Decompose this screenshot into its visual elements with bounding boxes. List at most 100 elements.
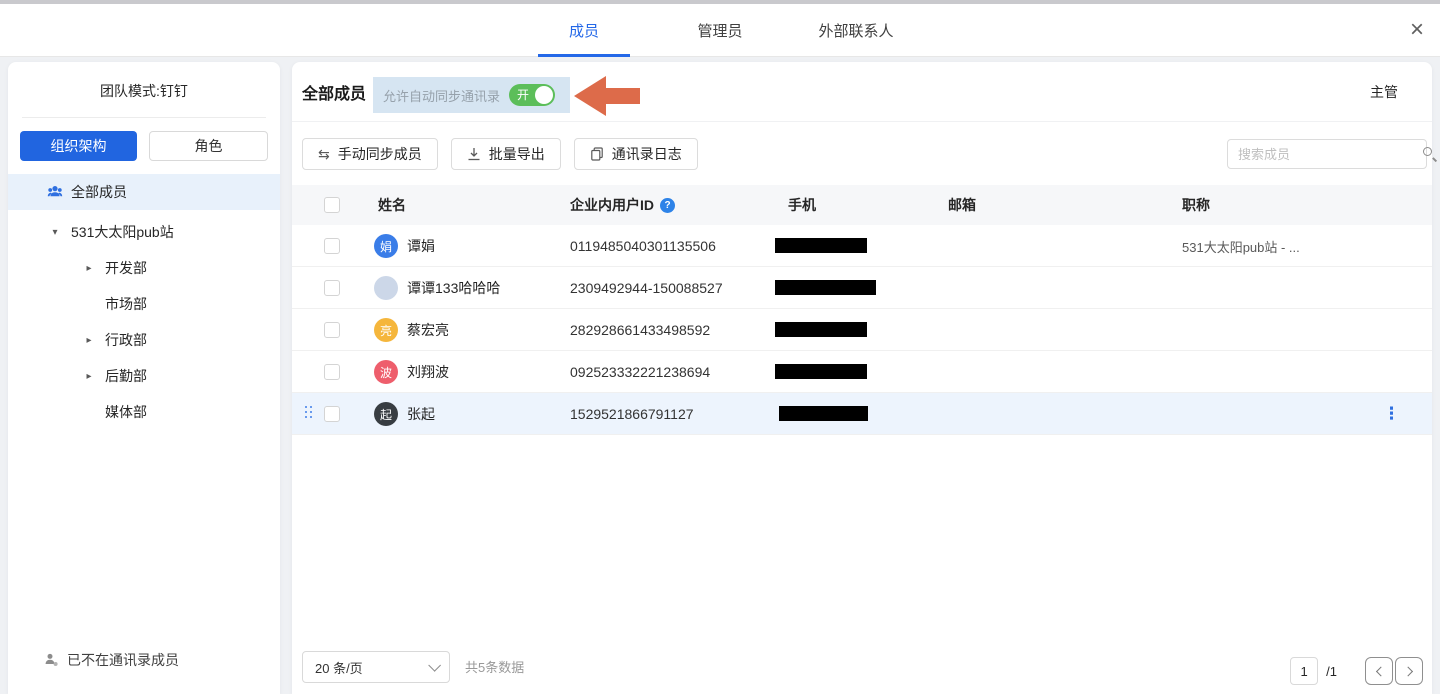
toggle-on-label: 开 <box>517 88 529 102</box>
column-header-email: 邮箱 <box>948 185 976 225</box>
table-body: 娟 谭娟 0119485040301135506 531大太阳pub站 - ..… <box>292 225 1432 435</box>
chevron-collapsed-icon[interactable]: ▸ <box>84 335 94 346</box>
phone-redaction-bar <box>779 406 868 421</box>
select-all-checkbox[interactable] <box>324 197 340 213</box>
chevron-down-icon <box>428 659 441 672</box>
column-header-user-id: 企业内用户ID ? <box>570 185 675 225</box>
user-id-value: 1529521866791127 <box>570 393 694 435</box>
search-icon[interactable] <box>1422 146 1438 162</box>
user-id-value: 2309492944-150088527 <box>570 267 723 309</box>
avatar: 波 <box>374 360 398 384</box>
org-structure-button[interactable]: 组织架构 <box>20 131 137 161</box>
table-row[interactable]: 波 刘翔波 092523332221238694 <box>292 351 1432 393</box>
tree-item-logistics-dept[interactable]: ▸ 后勤部 <box>8 358 280 394</box>
user-id-value: 0119485040301135506 <box>570 225 716 267</box>
main-header: 全部成员 允许自动同步通讯录 开 主管 <box>292 62 1432 122</box>
tab-group: 成员 管理员 外部联系人 <box>516 4 924 57</box>
row-checkbox[interactable] <box>324 322 340 338</box>
batch-export-label: 批量导出 <box>489 144 545 164</box>
current-page-input[interactable]: 1 <box>1290 657 1318 685</box>
user-id-value: 282928661433498592 <box>570 309 710 351</box>
tree-item-dev-dept[interactable]: ▸ 开发部 <box>8 250 280 286</box>
former-member-icon <box>43 652 59 668</box>
manual-sync-button[interactable]: ⇆ 手动同步成员 <box>302 138 438 170</box>
avatar <box>374 276 398 300</box>
tree-item-label: 531大太阳pub站 <box>71 222 174 242</box>
row-more-actions-icon[interactable]: ⋮ <box>1383 393 1400 435</box>
download-icon <box>467 147 481 161</box>
pagination: 1 /1 <box>1290 657 1423 685</box>
table-row[interactable]: 谭谭133哈哈哈 2309492944-150088527 <box>292 267 1432 309</box>
batch-export-button[interactable]: 批量导出 <box>451 138 561 170</box>
sidebar-item-all-members[interactable]: 全部成员 <box>8 174 280 210</box>
tab-admins[interactable]: 管理员 <box>652 4 788 57</box>
column-header-name: 姓名 <box>378 185 406 225</box>
next-page-button[interactable] <box>1395 657 1423 685</box>
tree-item-label: 后勤部 <box>105 366 147 386</box>
row-checkbox[interactable] <box>324 406 340 422</box>
total-count-label: 共5条数据 <box>465 657 524 676</box>
member-title: 531大太阳pub站 - ... <box>1182 225 1300 267</box>
close-icon[interactable]: × <box>1410 18 1424 42</box>
tab-external-contacts[interactable]: 外部联系人 <box>788 4 924 57</box>
help-question-icon[interactable]: ? <box>660 198 675 213</box>
tab-members-label: 成员 <box>569 20 599 41</box>
contacts-log-button[interactable]: 通讯录日志 <box>574 138 698 170</box>
tab-members[interactable]: 成员 <box>516 4 652 57</box>
column-header-title: 职称 <box>1182 185 1210 225</box>
supervisor-link[interactable]: 主管 <box>1370 62 1398 122</box>
tree-item-root-dept[interactable]: ▾ 531大太阳pub站 <box>8 214 280 250</box>
member-name: 谭谭133哈哈哈 <box>407 278 500 298</box>
phone-redaction-bar <box>775 364 867 379</box>
chevron-right-icon <box>1403 666 1413 676</box>
toolbar: ⇆ 手动同步成员 批量导出 通讯录日志 <box>302 138 698 170</box>
table-row-active[interactable]: 起 张起 1529521866791127 ⋮ <box>292 393 1432 435</box>
avatar: 娟 <box>374 234 398 258</box>
team-mode-label: 团队模式:钉钉 <box>8 62 280 101</box>
table-row[interactable]: 亮 蔡宏亮 282928661433498592 <box>292 309 1432 351</box>
sidebar-item-former-members[interactable]: 已不在通讯录成员 <box>43 650 179 670</box>
table-row[interactable]: 娟 谭娟 0119485040301135506 531大太阳pub站 - ..… <box>292 225 1432 267</box>
tree-item-label: 市场部 <box>105 294 147 314</box>
member-name: 张起 <box>407 404 435 424</box>
row-checkbox[interactable] <box>324 238 340 254</box>
roles-button[interactable]: 角色 <box>149 131 268 161</box>
phone-redaction-bar <box>775 322 867 337</box>
member-name: 谭娟 <box>407 236 435 256</box>
page-title: 全部成员 <box>302 62 366 122</box>
chevron-left-icon <box>1375 666 1385 676</box>
sync-arrows-icon: ⇆ <box>318 147 330 161</box>
active-tab-underline <box>538 54 630 57</box>
chevron-expanded-icon[interactable]: ▾ <box>50 227 60 238</box>
search-input[interactable] <box>1228 147 1422 162</box>
phone-redaction-bar <box>775 280 876 295</box>
prev-page-button[interactable] <box>1365 657 1393 685</box>
tree-item-media-dept[interactable]: ▸ 媒体部 <box>8 394 280 430</box>
tab-external-contacts-label: 外部联系人 <box>818 20 893 41</box>
drag-handle-icon[interactable] <box>305 406 314 422</box>
tree-item-market-dept[interactable]: ▸ 市场部 <box>8 286 280 322</box>
log-document-icon <box>590 147 604 161</box>
former-members-label: 已不在通讯录成员 <box>67 650 179 670</box>
people-group-icon <box>47 184 63 200</box>
user-id-value: 092523332221238694 <box>570 351 710 393</box>
row-checkbox[interactable] <box>324 364 340 380</box>
department-tree: ▾ 531大太阳pub站 ▸ 开发部 ▸ 市场部 ▸ 行政部 ▸ 后勤部 ▸ 媒… <box>8 214 280 430</box>
total-pages-label: /1 <box>1326 664 1337 679</box>
search-box <box>1227 139 1427 169</box>
member-name: 蔡宏亮 <box>407 320 449 340</box>
row-checkbox[interactable] <box>324 280 340 296</box>
chevron-collapsed-icon[interactable]: ▸ <box>84 263 94 274</box>
sidebar-divider <box>22 117 266 118</box>
main-panel: 全部成员 允许自动同步通讯录 开 主管 ⇆ 手动同步成员 批量导出 <box>292 62 1432 694</box>
tree-item-admin-dept[interactable]: ▸ 行政部 <box>8 322 280 358</box>
chevron-collapsed-icon[interactable]: ▸ <box>84 371 94 382</box>
tree-item-label: 媒体部 <box>105 402 147 422</box>
contacts-log-label: 通讯录日志 <box>612 144 682 164</box>
page-size-select[interactable]: 20 条/页 <box>302 651 450 683</box>
top-tab-bar: 成员 管理员 外部联系人 × <box>0 4 1440 57</box>
auto-sync-toggle[interactable]: 开 <box>509 84 555 106</box>
annotation-arrow-icon <box>574 76 640 116</box>
phone-redaction-bar <box>775 238 867 253</box>
tab-admins-label: 管理员 <box>697 20 742 41</box>
